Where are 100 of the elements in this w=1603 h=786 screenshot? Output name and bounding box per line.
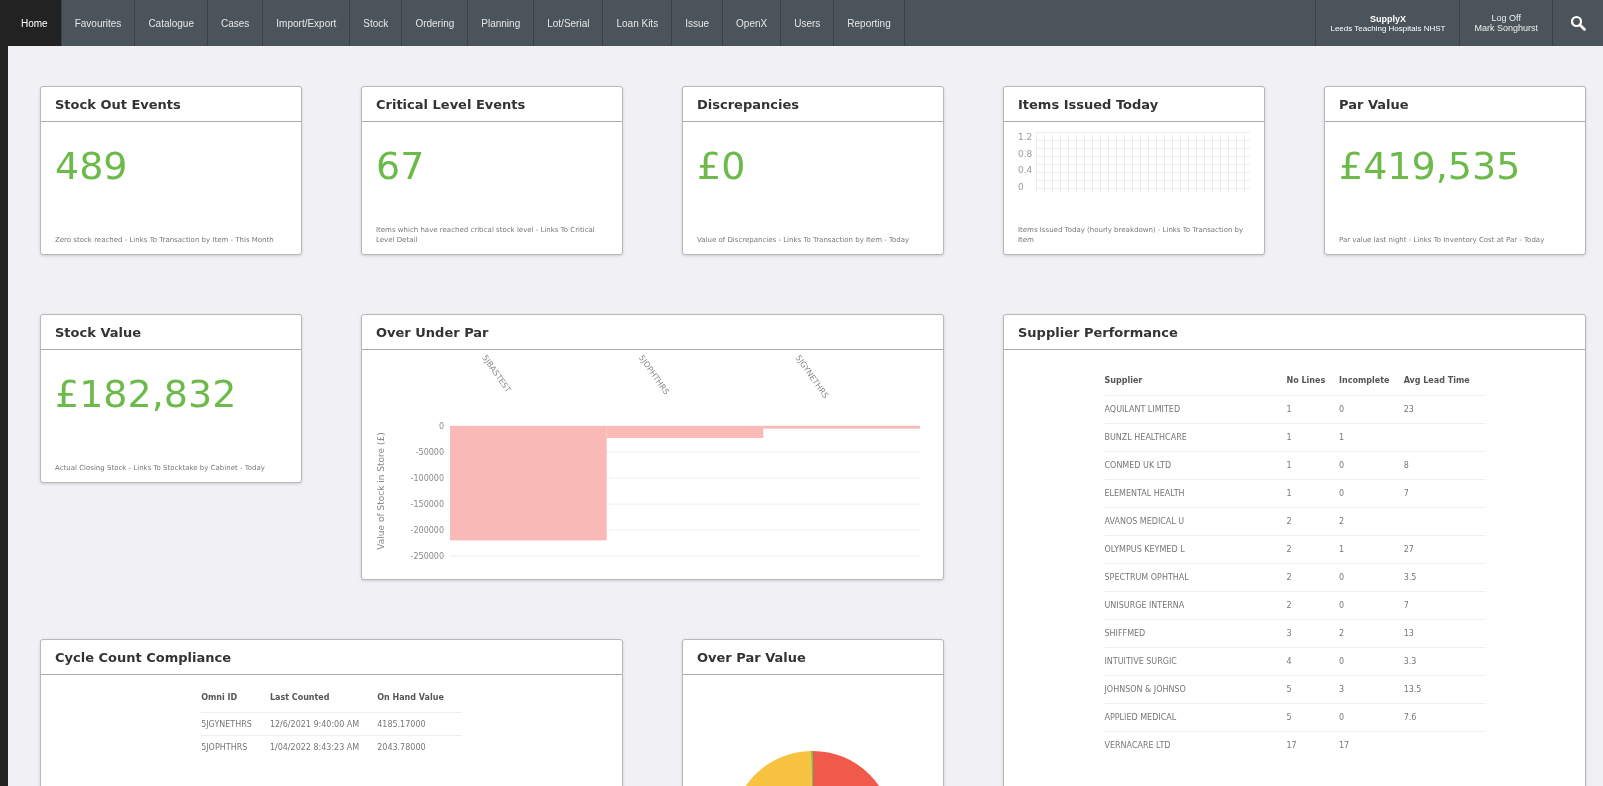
table-cell: 0: [1339, 601, 1345, 610]
table-cell: 5: [1286, 685, 1292, 694]
kpi-value: £182,832: [55, 372, 238, 416]
table-cell: 0: [1339, 405, 1345, 414]
table-cell: 7: [1403, 601, 1409, 610]
table-cell: SHIFFMED: [1104, 629, 1146, 638]
y-tick-label: -150000: [410, 500, 444, 509]
card-title: Cycle Count Compliance: [55, 649, 232, 665]
table-cell: 2043.78000: [377, 742, 426, 752]
table-cell: 3.3: [1403, 657, 1417, 666]
column-header: Omni ID: [201, 681, 270, 713]
search-icon: [1570, 15, 1586, 31]
table-cell: 2: [1286, 573, 1292, 582]
table-cell: 3.5: [1403, 573, 1417, 582]
table-cell: 1: [1339, 545, 1345, 554]
table-cell: 2: [1339, 629, 1345, 638]
table-cell: 4185.17000: [377, 719, 426, 729]
table-cell: 7.6: [1403, 713, 1417, 722]
card-title: Over Par Value: [697, 649, 806, 665]
table-cell: UNISURGE INTERNA: [1104, 601, 1185, 610]
card-title: Over Under Par: [376, 324, 489, 340]
kpi-value: 489: [55, 144, 129, 188]
table-cell: 4: [1286, 657, 1292, 666]
nav-tab[interactable]: Users: [781, 0, 835, 46]
table-cell: 2: [1286, 601, 1292, 610]
nav-tab[interactable]: Loan Kits: [603, 0, 673, 46]
table-cell: INTUITIVE SURGIC: [1104, 657, 1177, 666]
table-cell: 12/6/2021 9:40:00 AM: [269, 719, 360, 729]
table-cell: CONMED UK LTD: [1104, 461, 1172, 470]
nav-tab[interactable]: Planning: [468, 0, 535, 46]
card-title: Items Issued Today: [1018, 96, 1159, 112]
nav-tab[interactable]: Cases: [207, 0, 264, 46]
card-title: Stock Out Events: [55, 96, 181, 112]
table-cell: 1: [1286, 433, 1292, 442]
column-header: No Lines: [1286, 364, 1339, 396]
table-cell: 1: [1339, 433, 1345, 442]
table-cell: 1: [1286, 405, 1292, 414]
kpi-value: £419,535: [1339, 144, 1522, 188]
axis-label: 0: [1018, 181, 1025, 192]
card-title: Critical Level Events: [376, 96, 526, 112]
nav-tab[interactable]: Reporting: [834, 0, 905, 46]
table-cell: 2: [1286, 517, 1292, 526]
site-name: SupplyX: [1369, 13, 1406, 24]
table-cell: JOHNSON & JOHNSO: [1104, 685, 1186, 694]
column-header: Last Counted: [269, 681, 378, 713]
table-cell: 3: [1286, 629, 1292, 638]
table-cell: 8: [1403, 461, 1409, 470]
y-axis-title: Value of Stock in Store (£): [376, 432, 386, 550]
y-tick-label: 0: [438, 422, 444, 431]
axis-label: 1.2: [1018, 132, 1033, 142]
kpi-value: £0: [697, 144, 747, 188]
table-cell: 1: [1286, 489, 1292, 498]
y-tick-label: -250000: [410, 552, 444, 561]
log-off-button[interactable]: Log Off Mark Songhurst: [1459, 0, 1553, 46]
table-cell: 2: [1339, 517, 1345, 526]
table-cell: 0: [1339, 657, 1345, 666]
y-tick-label: -50000: [415, 448, 444, 457]
table-cell: 5: [1286, 713, 1292, 722]
table-cell: APPLIED MEDICAL: [1104, 713, 1177, 722]
table-cell: 1: [1286, 461, 1292, 470]
nav-tab[interactable]: Home: [8, 0, 62, 46]
table-cell: BUNZL HEALTHCARE: [1104, 433, 1187, 442]
nav-tab[interactable]: Stock: [350, 0, 403, 46]
table-cell: AVANOS MEDICAL U: [1104, 517, 1185, 526]
card-title: Stock Value: [55, 324, 142, 340]
table-cell: 23: [1403, 405, 1414, 414]
nav-tab[interactable]: Issue: [672, 0, 724, 46]
table-cell: 2: [1286, 545, 1292, 554]
table-cell: 5JOPHTHRS: [201, 742, 248, 752]
card-title: Par Value: [1339, 96, 1409, 112]
table-cell: 5JGYNETHRS: [201, 719, 252, 729]
table-cell: 3: [1339, 685, 1345, 694]
nav-tab[interactable]: Ordering: [402, 0, 469, 46]
nav-tab[interactable]: Favourites: [61, 0, 136, 46]
card-title: Supplier Performance: [1018, 324, 1178, 340]
table-cell: SPECTRUM OPHTHAL: [1104, 573, 1189, 582]
table-cell: 0: [1339, 713, 1345, 722]
table-cell: 17: [1339, 741, 1350, 750]
column-header: Avg Lead Time: [1403, 364, 1485, 396]
kpi-value: 67: [376, 144, 426, 188]
table-cell: 17: [1286, 741, 1297, 750]
axis-label: 0.8: [1018, 148, 1033, 159]
table-cell: 13.5: [1403, 685, 1422, 694]
table-cell: VERNACARE LTD: [1104, 741, 1171, 750]
table-cell: 7: [1403, 489, 1409, 498]
table-cell: 27: [1403, 545, 1414, 554]
axis-label: 0.4: [1018, 165, 1033, 176]
table-cell: 1/04/2022 8:43:23 AM: [269, 742, 360, 752]
column-header: Supplier: [1104, 364, 1287, 396]
table-cell: ELEMENTAL HEALTH: [1104, 489, 1185, 498]
y-tick-label: -200000: [410, 526, 444, 535]
table-cell: 0: [1339, 461, 1345, 470]
table-cell: 13: [1403, 629, 1414, 638]
nav-tab[interactable]: Catalogue: [135, 0, 208, 46]
nav-tab[interactable]: Lot/Serial: [534, 0, 604, 46]
card-title: Discrepancies: [697, 96, 799, 112]
column-header: On Hand Value: [377, 681, 462, 713]
table-cell: 0: [1339, 489, 1345, 498]
nav-tab[interactable]: Import/Export: [263, 0, 351, 46]
nav-tab[interactable]: OpenX: [723, 0, 782, 46]
